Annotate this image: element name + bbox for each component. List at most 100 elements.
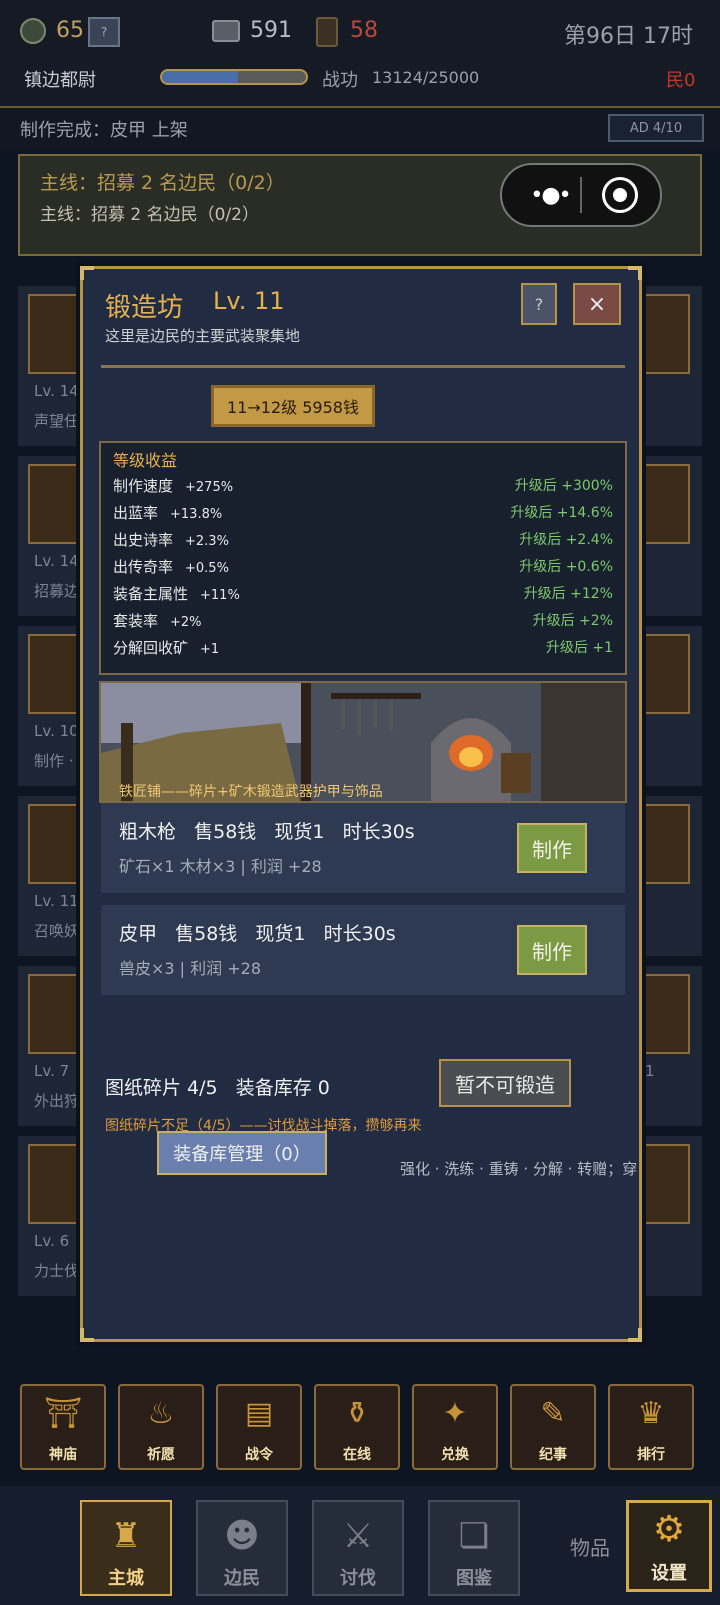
nav-main-city[interactable]: ♜ 主城 — [80, 1500, 172, 1596]
more-menu-icon[interactable]: •●• — [522, 175, 578, 215]
benefit-after: 升级后 +1 — [545, 640, 613, 656]
settings-label: 设置 — [651, 1563, 687, 1584]
swords-icon: ⚔ — [342, 1516, 374, 1556]
benefit-after: 升级后 +12% — [523, 586, 613, 602]
temple-button[interactable]: ⛩ 神庙 — [20, 1384, 106, 1470]
ranking-button[interactable]: ♛ 排行 — [608, 1384, 694, 1470]
building-thumbnail-right — [636, 634, 690, 714]
armory-manage-button[interactable]: 装备库管理（0） — [157, 1131, 327, 1175]
capsule-divider — [580, 177, 582, 213]
building-thumbnail-right — [636, 804, 690, 884]
chronicle-button[interactable]: ✎ 纪事 — [510, 1384, 596, 1470]
building-desc: 外出狩 — [34, 1092, 80, 1110]
building-level: Lv. 11 — [34, 892, 79, 910]
nav-expedition[interactable]: ⚔ 讨伐 — [312, 1500, 404, 1596]
building-thumbnail — [28, 294, 88, 374]
gift-icon: ✦ — [442, 1396, 468, 1431]
operations-hint: 强化 · 洗练 · 重铸 · 分解 · 转赠；穿 — [400, 1160, 638, 1178]
benefit-row: 出史诗率 +2.3% 升级后 +2.4% — [113, 529, 613, 555]
corner-ornament — [80, 1328, 94, 1342]
recipe-materials: 矿石×1 木材×3 | 利润 +28 — [119, 857, 322, 876]
building-level: Lv. 14 — [34, 382, 79, 400]
benefit-row: 制作速度 +275% 升级后 +300% — [113, 475, 613, 501]
chest-icon: ⚱ — [344, 1396, 370, 1431]
key-count: 58 — [350, 18, 378, 43]
nav-label: 主城 — [108, 1568, 144, 1589]
help-button[interactable]: ? — [521, 283, 557, 325]
craft-button[interactable]: 制作 — [517, 823, 587, 873]
nav-villagers[interactable]: ☻ 边民 — [196, 1500, 288, 1596]
settings-button[interactable]: ⚙ 设置 — [626, 1500, 712, 1592]
ad-counter-button[interactable]: AD 4/10 — [608, 114, 704, 142]
benefit-row: 装备主属性 +11% 升级后 +12% — [113, 583, 613, 609]
corner-ornament — [628, 266, 642, 280]
building-level: Lv. 10 — [34, 722, 79, 740]
building-thumbnail-right — [636, 974, 690, 1054]
unknown-item-glyph: ? — [100, 25, 108, 39]
level-benefits-panel: 等级收益 制作速度 +275% 升级后 +300% 出蓝率 +13.8% 升级后 +… — [99, 441, 627, 675]
scroll-icon: ▤ — [244, 1396, 274, 1431]
benefit-value: +2.3% — [185, 534, 229, 549]
villager-icon: ☻ — [224, 1516, 260, 1556]
building-desc: 声望任 — [34, 412, 80, 430]
quest-title: 主线：招募 2 名边民（0/2） — [40, 172, 285, 194]
upgrade-button[interactable]: 11→12级 5958钱 — [211, 385, 375, 427]
building-desc: 召唤妖 — [34, 922, 80, 940]
merit-progress-bar — [160, 69, 308, 85]
cannot-forge-button[interactable]: 暂不可锻造 — [439, 1059, 571, 1107]
unknown-item-icon[interactable]: ? — [88, 17, 120, 47]
laurel-icon: ♛ — [637, 1396, 665, 1431]
benefit-name: 套装率 — [113, 612, 159, 630]
divider — [101, 365, 625, 368]
wish-button[interactable]: ♨ 祈愿 — [118, 1384, 204, 1470]
icon-label: 排行 — [637, 1447, 665, 1463]
nav-label: 边民 — [224, 1568, 260, 1589]
building-thumbnail — [28, 1144, 88, 1224]
forge-modal: 锻造坊 Lv. 11 这里是边民的主要武装聚集地 ? × 11→12级 5958… — [80, 266, 642, 1342]
building-thumbnail — [28, 634, 88, 714]
items-label[interactable]: 物品 — [570, 1532, 610, 1561]
close-button[interactable]: × — [573, 283, 621, 325]
benefit-row: 出传奇率 +0.5% 升级后 +0.6% — [113, 556, 613, 582]
benefit-name: 装备主属性 — [113, 585, 189, 603]
scene-caption: 铁匠铺——碎片+矿木锻造武器护甲与饰品 — [119, 784, 383, 800]
book-icon: ✎ — [540, 1396, 566, 1431]
recipe-row: 皮甲 售58钱 现货1 时长30s 兽皮×3 | 利润 +28 制作 — [101, 905, 625, 995]
battle-pass-button[interactable]: ▤ 战令 — [216, 1384, 302, 1470]
benefit-value: +1 — [200, 642, 220, 657]
key-icon — [316, 17, 338, 47]
quest-subtitle: 主线：招募 2 名边民（0/2） — [40, 205, 259, 225]
benefit-value: +13.8% — [170, 507, 223, 522]
benefit-value: +275% — [185, 480, 234, 495]
close-miniprogram-icon[interactable] — [602, 177, 638, 213]
bottom-nav: ♜ 主城 ☻ 边民 ⚔ 讨伐 ❏ 图鉴 物品 ⚙ 设置 — [0, 1486, 720, 1605]
exchange-button[interactable]: ✦ 兑换 — [412, 1384, 498, 1470]
benefit-row: 分解回收矿 +1 升级后 +1 — [113, 637, 613, 663]
people-count: 民0 — [666, 70, 696, 91]
benefit-after: 升级后 +2.4% — [519, 532, 613, 548]
nav-codex[interactable]: ❏ 图鉴 — [428, 1500, 520, 1596]
icon-label: 在线 — [343, 1447, 371, 1463]
benefit-after: 升级后 +300% — [514, 478, 613, 494]
corner-ornament — [80, 266, 94, 280]
icon-label: 兑换 — [441, 1447, 469, 1463]
building-level: Lv. 7 — [34, 1062, 70, 1080]
benefit-after: 升级后 +14.6% — [510, 505, 613, 521]
building-thumbnail-right — [636, 464, 690, 544]
building-thumbnail — [28, 974, 88, 1054]
building-level: Lv. 11 — [213, 287, 285, 315]
gear-icon: ⚙ — [652, 1509, 686, 1550]
online-reward-button[interactable]: ⚱ 在线 — [314, 1384, 400, 1470]
benefit-name: 分解回收矿 — [113, 639, 189, 657]
benefit-value: +0.5% — [185, 561, 229, 576]
building-thumbnail-right — [636, 1144, 690, 1224]
benefit-row: 出蓝率 +13.8% 升级后 +14.6% — [113, 502, 613, 528]
cauldron-icon: ♨ — [147, 1396, 175, 1431]
recipe-materials: 兽皮×3 | 利润 +28 — [119, 959, 262, 978]
building-right-count: /1 — [640, 1062, 655, 1080]
benefit-name: 出史诗率 — [113, 531, 174, 549]
benefit-value: +11% — [200, 588, 240, 603]
benefit-name: 制作速度 — [113, 477, 174, 495]
craft-button[interactable]: 制作 — [517, 925, 587, 975]
recipe-title: 粗木枪 售58钱 现货1 时长30s — [119, 821, 415, 843]
